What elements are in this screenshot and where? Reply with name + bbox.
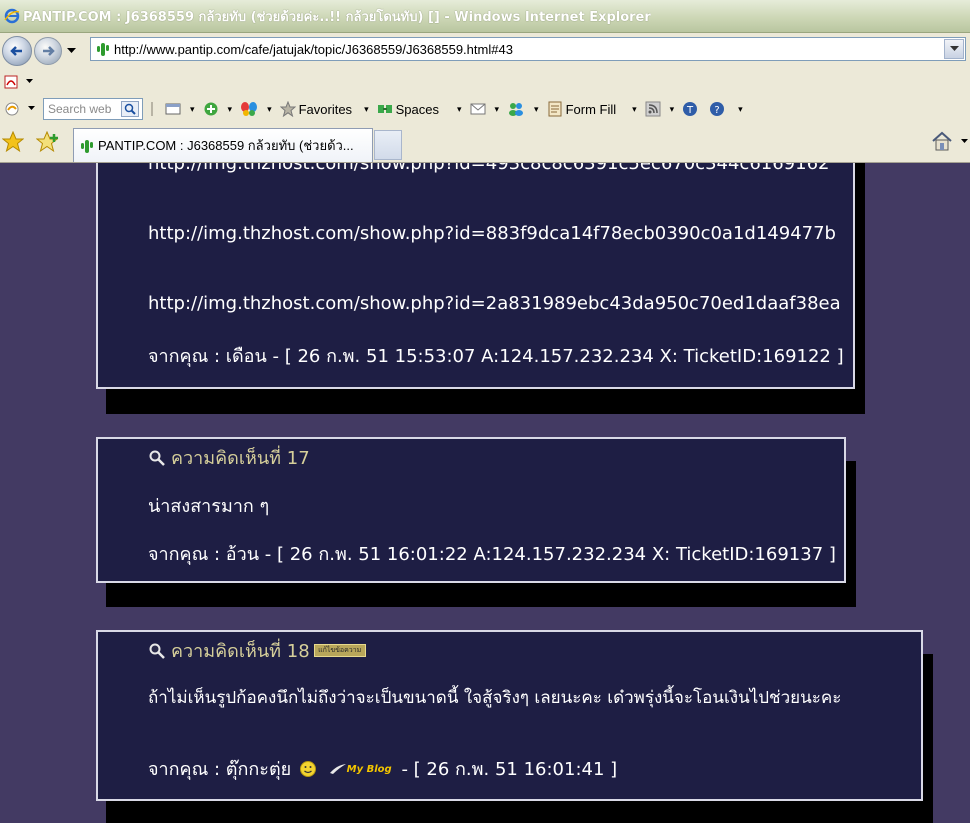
forward-button[interactable] (34, 37, 62, 65)
comment-number: ความคิดเห็นที่ 18 (171, 641, 310, 662)
favorites-button[interactable]: Favorites ▾ (279, 101, 369, 117)
rss-button[interactable]: ▾ (645, 101, 674, 117)
tab-bar: PANTIP.COM : J6368559 กล้วยทับ (ช่วยด้ว.… (0, 123, 970, 163)
msn-butterfly-button[interactable]: ▾ (240, 101, 272, 117)
magnifier-icon (149, 450, 165, 466)
window-title: PANTIP.COM : J6368559 กล้วยทับ (ช่วยด้วย… (23, 9, 651, 25)
search-icon[interactable] (121, 101, 139, 117)
comment-number: ความคิดเห็นที่ 17 (171, 448, 310, 469)
msn-icon[interactable] (4, 101, 20, 117)
toolbar-search-input[interactable]: Search web (43, 98, 143, 120)
mail-icon (470, 103, 485, 115)
comment-footer: จากคุณ : อ้วน - [ 26 ก.พ. 51 16:01:22 A:… (148, 544, 836, 565)
chevron-down-icon[interactable] (961, 139, 970, 145)
my-blog-link[interactable]: My Blog (329, 763, 392, 775)
messenger-icon (509, 103, 524, 116)
chevron-down-icon (949, 46, 959, 51)
address-url: http://www.pantip.com/cafe/jatujak/topic… (114, 41, 513, 57)
home-icon[interactable] (931, 131, 953, 151)
comment-timestamp: - [ 26 ก.พ. 51 16:01:41 ] (401, 759, 618, 780)
addon-bar (0, 69, 970, 95)
chevron-down-icon[interactable] (28, 106, 37, 112)
address-dropdown-button[interactable] (944, 39, 964, 59)
pantip-cactus-icon (81, 139, 93, 153)
address-bar[interactable]: http://www.pantip.com/cafe/jatujak/topic… (90, 37, 966, 61)
svg-text:?: ? (715, 105, 720, 116)
comment-header: ความคิดเห็นที่ 17 (148, 443, 310, 472)
back-arrow-icon (10, 46, 22, 56)
comment-header: ความคิดเห็นที่ 18 แก้ไขข้อความ (148, 636, 366, 665)
add-button[interactable]: ▾ (203, 101, 232, 117)
back-button[interactable] (2, 36, 32, 66)
comment-body: น่าสงสารมาก ๆ (148, 496, 270, 517)
comment-card-17: ความคิดเห็นที่ 17 น่าสงสารมาก ๆ จากคุณ :… (96, 437, 846, 583)
comment-card-16: http://img.thzhost.com/show.php?id=493c8… (96, 163, 855, 389)
tab-title: PANTIP.COM : J6368559 กล้วยทับ (ช่วยด้ว.… (98, 138, 354, 153)
comment-link[interactable]: http://img.thzhost.com/show.php?id=2a831… (148, 293, 841, 314)
new-tab-button[interactable] (374, 130, 402, 160)
search-placeholder: Search web (48, 102, 112, 116)
favorites-center-icon[interactable] (2, 131, 24, 153)
comment-footer: จากคุณ : ตุ๊กกะตุ่ย My Blog - [ 26 ก.พ. … (148, 754, 617, 783)
quill-icon (329, 764, 346, 774)
smiley-icon (299, 761, 316, 777)
feeds-menu-button[interactable]: ▾ (165, 102, 195, 116)
spaces-label: Spaces (395, 101, 439, 117)
translate-button[interactable]: T (682, 101, 701, 117)
forward-arrow-icon (43, 46, 55, 56)
add-favorite-icon[interactable] (36, 131, 60, 153)
form-fill-label: Form Fill (565, 101, 617, 117)
tab-pantip[interactable]: PANTIP.COM : J6368559 กล้วยทับ (ช่วยด้ว.… (73, 128, 373, 162)
comment-footer: จากคุณ : เดือน - [ 26 ก.พ. 51 15:53:07 A… (148, 346, 844, 367)
translate-icon: T (683, 102, 698, 116)
comment-link-partial[interactable]: http://img.thzhost.com/show.php?id=493c8… (148, 163, 830, 174)
spaces-button[interactable]: Spaces ▾ (377, 102, 462, 117)
ie-logo-icon (4, 8, 20, 24)
comment-card-18: ความคิดเห็นที่ 18 แก้ไขข้อความ ถ้าไม่เห็… (96, 630, 923, 801)
chevron-down-icon (66, 48, 76, 53)
comment-body: ถ้าไม่เห็นรูปก้อคงนึกไม่ถึงว่าจะเป็นขนาด… (148, 688, 842, 708)
acrobat-icon[interactable] (4, 74, 20, 90)
svg-text:T: T (686, 105, 694, 116)
live-toolbar: Search web ▾ ▾ ▾ Favorites ▾ Spaces ▾ ▾ … (0, 95, 970, 123)
messenger-button[interactable]: ▾ (507, 101, 539, 117)
window-icon (165, 103, 181, 115)
navigation-bar: http://www.pantip.com/cafe/jatujak/topic… (0, 33, 970, 69)
help-button[interactable]: ? ▾ (709, 101, 743, 117)
grip-icon (151, 102, 153, 116)
star-icon (279, 101, 296, 117)
mail-button[interactable]: ▾ (470, 103, 499, 115)
rss-icon (645, 101, 661, 117)
help-icon: ? (710, 102, 725, 116)
add-circle-icon (204, 102, 218, 116)
magnifier-icon (149, 643, 165, 659)
history-dropdown-button[interactable] (64, 44, 78, 58)
spaces-icon (377, 105, 392, 113)
chevron-down-icon[interactable] (26, 79, 35, 85)
form-fill-button[interactable]: Form Fill ▾ (547, 101, 637, 117)
comment-author: จากคุณ : ตุ๊กกะตุ่ย (148, 759, 292, 780)
window-title-bar: PANTIP.COM : J6368559 กล้วยทับ (ช่วยด้วย… (0, 0, 970, 33)
form-fill-icon (548, 101, 562, 117)
comment-link[interactable]: http://img.thzhost.com/show.php?id=883f9… (148, 223, 836, 244)
pantip-cactus-icon (97, 43, 109, 56)
edit-badge: แก้ไขข้อความ (313, 644, 366, 657)
msn-butterfly-icon (241, 102, 258, 116)
page-content: http://img.thzhost.com/show.php?id=493c8… (0, 163, 970, 823)
favorites-label: Favorites (298, 101, 353, 117)
my-blog-label: My Blog (346, 763, 392, 775)
